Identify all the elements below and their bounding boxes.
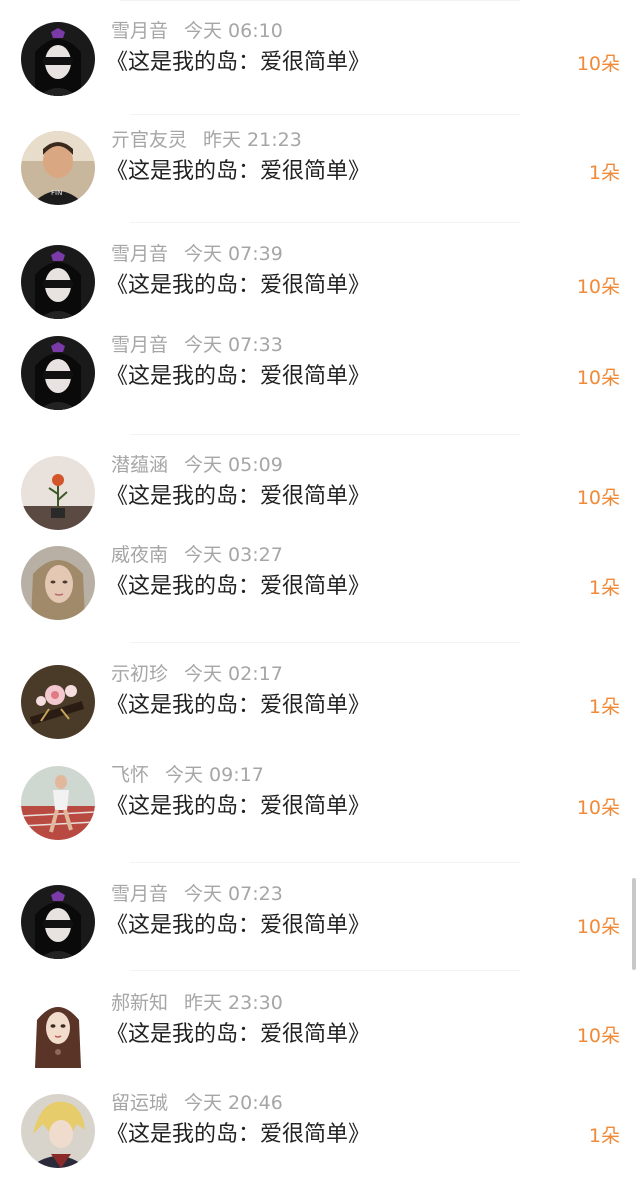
gift-title: 《这是我的岛：爱很简单》 bbox=[106, 364, 371, 389]
gift-title: 《这是我的岛：爱很简单》 bbox=[106, 693, 371, 718]
flower-count: 1朵 bbox=[588, 162, 620, 184]
boy-photo-icon: FIN bbox=[21, 131, 95, 205]
flower-count: 10朵 bbox=[576, 916, 620, 938]
send-time: 昨天 23:30 bbox=[184, 992, 283, 1014]
flower-hairpin-icon bbox=[21, 665, 95, 739]
flower-count: 1朵 bbox=[588, 1125, 620, 1147]
rose-vase-icon bbox=[21, 456, 95, 530]
sender-name[interactable]: 示初珍 bbox=[111, 663, 168, 685]
list-item[interactable]: 雪月音 今天 06:10 《这是我的岛：爱很简单》 10朵 bbox=[0, 20, 640, 112]
sender-name[interactable]: 威夜南 bbox=[111, 544, 168, 566]
send-time: 今天 07:39 bbox=[184, 243, 283, 265]
scrollbar[interactable] bbox=[632, 878, 636, 970]
flower-count: 1朵 bbox=[588, 577, 620, 599]
send-time: 今天 09:17 bbox=[165, 764, 264, 786]
anime-girl-icon bbox=[21, 994, 95, 1068]
gift-title: 《这是我的岛：爱很简单》 bbox=[106, 159, 371, 184]
sender-meta: 示初珍 今天 02:17 bbox=[111, 660, 283, 688]
flower-count: 1朵 bbox=[588, 696, 620, 718]
black-hair-girl-icon bbox=[21, 22, 95, 96]
flower-count: 10朵 bbox=[576, 487, 620, 509]
flower-count: 10朵 bbox=[576, 276, 620, 298]
avatar[interactable] bbox=[21, 885, 95, 959]
gift-title: 《这是我的岛：爱很简单》 bbox=[106, 574, 371, 599]
gift-list-page: 雪月音 今天 06:10 《这是我的岛：爱很简单》 10朵 FIN 亓官友灵 昨天 … bbox=[0, 0, 640, 1191]
blonde-anime-boy-icon bbox=[21, 1094, 95, 1168]
list-item[interactable]: 威夜南 今天 03:27 《这是我的岛：爱很简单》 1朵 bbox=[0, 544, 640, 636]
gift-title: 《这是我的岛：爱很简单》 bbox=[106, 1022, 371, 1047]
list-item[interactable]: 潜蕴涵 今天 05:09 《这是我的岛：爱很简单》 10朵 bbox=[0, 454, 640, 546]
sender-meta: 亓官友灵 昨天 21:23 bbox=[111, 126, 302, 154]
divider bbox=[120, 0, 520, 1]
avatar[interactable] bbox=[21, 994, 95, 1068]
avatar[interactable] bbox=[21, 456, 95, 530]
sender-name[interactable]: 雪月音 bbox=[111, 20, 168, 42]
black-hair-girl-icon bbox=[21, 885, 95, 959]
send-time: 今天 07:23 bbox=[184, 883, 283, 905]
list-item[interactable]: 示初珍 今天 02:17 《这是我的岛：爱很简单》 1朵 bbox=[0, 663, 640, 755]
send-time: 今天 20:46 bbox=[184, 1092, 283, 1114]
sender-meta: 雪月音 今天 06:10 bbox=[111, 17, 283, 45]
blonde-girl-icon bbox=[21, 546, 95, 620]
sender-name[interactable]: 飞怀 bbox=[111, 764, 149, 786]
avatar[interactable] bbox=[21, 245, 95, 319]
divider bbox=[130, 642, 520, 643]
sender-name[interactable]: 雪月音 bbox=[111, 883, 168, 905]
avatar[interactable] bbox=[21, 336, 95, 410]
send-time: 今天 02:17 bbox=[184, 663, 283, 685]
send-time: 今天 05:09 bbox=[184, 454, 283, 476]
divider bbox=[130, 862, 520, 863]
sender-meta: 雪月音 今天 07:23 bbox=[111, 880, 283, 908]
divider bbox=[130, 970, 520, 971]
avatar[interactable] bbox=[21, 766, 95, 840]
sender-name[interactable]: 亓官友灵 bbox=[111, 129, 187, 151]
gift-title: 《这是我的岛：爱很简单》 bbox=[106, 913, 371, 938]
list-item[interactable]: 留运珹 今天 20:46 《这是我的岛：爱很简单》 1朵 bbox=[0, 1092, 640, 1184]
divider bbox=[130, 222, 520, 223]
svg-text:FIN: FIN bbox=[51, 189, 62, 197]
flower-count: 10朵 bbox=[576, 53, 620, 75]
sender-meta: 郝新知 昨天 23:30 bbox=[111, 989, 283, 1017]
list-item[interactable]: 飞怀 今天 09:17 《这是我的岛：爱很简单》 10朵 bbox=[0, 764, 640, 856]
sender-meta: 雪月音 今天 07:39 bbox=[111, 240, 283, 268]
divider bbox=[130, 114, 520, 115]
send-time: 今天 07:33 bbox=[184, 334, 283, 356]
list-item[interactable]: 雪月音 今天 07:23 《这是我的岛：爱很简单》 10朵 bbox=[0, 883, 640, 975]
send-time: 昨天 21:23 bbox=[203, 129, 302, 151]
avatar[interactable]: FIN bbox=[21, 131, 95, 205]
sender-meta: 雪月音 今天 07:33 bbox=[111, 331, 283, 359]
black-hair-girl-icon bbox=[21, 245, 95, 319]
sender-name[interactable]: 潜蕴涵 bbox=[111, 454, 168, 476]
runner-girl-icon bbox=[21, 766, 95, 840]
sender-name[interactable]: 雪月音 bbox=[111, 243, 168, 265]
gift-title: 《这是我的岛：爱很简单》 bbox=[106, 1122, 371, 1147]
gift-title: 《这是我的岛：爱很简单》 bbox=[106, 484, 371, 509]
sender-name[interactable]: 留运珹 bbox=[111, 1092, 168, 1114]
divider bbox=[130, 434, 520, 435]
avatar[interactable] bbox=[21, 1094, 95, 1168]
sender-name[interactable]: 雪月音 bbox=[111, 334, 168, 356]
list-item[interactable]: 郝新知 昨天 23:30 《这是我的岛：爱很简单》 10朵 bbox=[0, 992, 640, 1084]
sender-meta: 留运珹 今天 20:46 bbox=[111, 1089, 283, 1117]
sender-meta: 潜蕴涵 今天 05:09 bbox=[111, 451, 283, 479]
list-item[interactable]: 雪月音 今天 07:39 《这是我的岛：爱很简单》 10朵 bbox=[0, 243, 640, 335]
sender-meta: 飞怀 今天 09:17 bbox=[111, 761, 264, 789]
flower-count: 10朵 bbox=[576, 367, 620, 389]
sender-name[interactable]: 郝新知 bbox=[111, 992, 168, 1014]
list-item[interactable]: 雪月音 今天 07:33 《这是我的岛：爱很简单》 10朵 bbox=[0, 334, 640, 426]
flower-count: 10朵 bbox=[576, 1025, 620, 1047]
send-time: 今天 06:10 bbox=[184, 20, 283, 42]
gift-title: 《这是我的岛：爱很简单》 bbox=[106, 50, 371, 75]
black-hair-girl-icon bbox=[21, 336, 95, 410]
send-time: 今天 03:27 bbox=[184, 544, 283, 566]
flower-count: 10朵 bbox=[576, 797, 620, 819]
avatar[interactable] bbox=[21, 665, 95, 739]
avatar[interactable] bbox=[21, 546, 95, 620]
gift-title: 《这是我的岛：爱很简单》 bbox=[106, 794, 371, 819]
sender-meta: 威夜南 今天 03:27 bbox=[111, 541, 283, 569]
avatar[interactable] bbox=[21, 22, 95, 96]
gift-title: 《这是我的岛：爱很简单》 bbox=[106, 273, 371, 298]
list-item[interactable]: FIN 亓官友灵 昨天 21:23 《这是我的岛：爱很简单》 1朵 bbox=[0, 129, 640, 221]
